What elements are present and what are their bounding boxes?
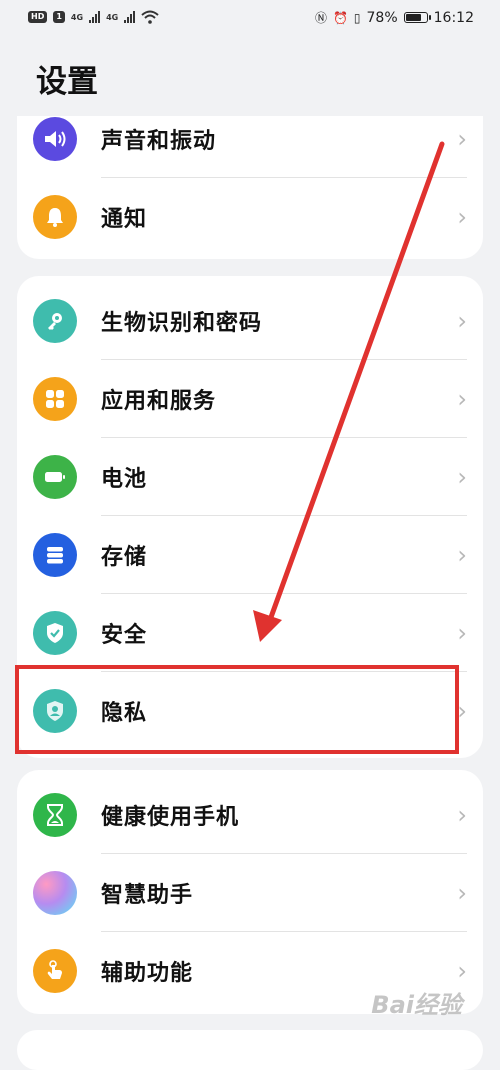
- chevron-right-icon: ›: [457, 957, 467, 985]
- chevron-right-icon: ›: [457, 463, 467, 491]
- chevron-right-icon: ›: [457, 307, 467, 335]
- network-4g-label: 4G: [70, 12, 84, 22]
- settings-group-3: 健康使用手机 › 智慧助手 › 辅助功能 ›: [17, 770, 483, 1014]
- hd-badge: HD: [28, 11, 48, 23]
- settings-item-label: 安全: [101, 623, 148, 648]
- status-bar: HD 1 4G 4G Ⓝ ⏰ ▯ 78% 16:12: [0, 0, 500, 38]
- chevron-right-icon: ›: [457, 879, 467, 907]
- settings-item-battery[interactable]: 电池 ›: [17, 438, 483, 516]
- battery-percent: 78%: [366, 9, 398, 26]
- key-icon: [33, 299, 77, 343]
- chevron-right-icon: ›: [457, 801, 467, 829]
- nfc-icon: Ⓝ: [314, 11, 327, 25]
- page-title: 设置: [36, 64, 98, 100]
- apps-grid-icon: [33, 377, 77, 421]
- signal-icon: [89, 11, 101, 23]
- hand-touch-icon: [33, 949, 77, 993]
- status-bar-left: HD 1 4G 4G: [28, 10, 159, 24]
- annotation-highlight-box: [15, 665, 459, 754]
- network-4g-label-2: 4G: [106, 12, 119, 22]
- vibrate-icon: ▯: [353, 10, 361, 25]
- volume-icon: [33, 117, 77, 161]
- sim-badge: 1: [53, 11, 65, 23]
- hourglass-icon: [33, 793, 77, 837]
- shield-check-icon: [33, 611, 77, 655]
- settings-item-label: 通知: [101, 207, 148, 232]
- assistant-orb-icon: [33, 871, 77, 915]
- alarm-icon: ⏰: [332, 10, 348, 25]
- settings-item-notifications[interactable]: 通知 ›: [17, 178, 483, 256]
- signal-icon-2: [124, 11, 136, 23]
- clock-time: 16:12: [433, 9, 474, 26]
- settings-item-apps[interactable]: 应用和服务 ›: [17, 360, 483, 438]
- chevron-right-icon: ›: [457, 619, 467, 647]
- settings-item-label: 电池: [101, 467, 148, 492]
- settings-item-storage[interactable]: 存储 ›: [17, 516, 483, 594]
- chevron-right-icon: ›: [457, 203, 467, 231]
- settings-item-label: 健康使用手机: [101, 805, 240, 830]
- chevron-right-icon: ›: [457, 125, 467, 153]
- status-bar-right: Ⓝ ⏰ ▯ 78% 16:12: [315, 9, 474, 26]
- settings-item-biometrics[interactable]: 生物识别和密码 ›: [17, 282, 483, 360]
- settings-item-assistant[interactable]: 智慧助手 ›: [17, 854, 483, 932]
- settings-item-label: 智慧助手: [101, 883, 194, 908]
- watermark: Bai经验: [371, 991, 462, 1019]
- chevron-right-icon: ›: [457, 385, 467, 413]
- settings-item-label: 生物识别和密码: [101, 311, 263, 336]
- wifi-icon: [141, 10, 159, 24]
- settings-item-digital-balance[interactable]: 健康使用手机 ›: [17, 776, 483, 854]
- settings-group-4: [17, 1030, 483, 1070]
- settings-item-security[interactable]: 安全 ›: [17, 594, 483, 672]
- storage-icon: [33, 533, 77, 577]
- settings-group-1: 声音和振动 › 通知 ›: [17, 116, 483, 259]
- battery-icon: [33, 455, 77, 499]
- settings-item-label: 应用和服务: [101, 389, 217, 414]
- battery-icon: [403, 12, 431, 23]
- bell-icon: [33, 195, 77, 239]
- settings-item-label: 辅助功能: [101, 961, 194, 986]
- settings-item-sound[interactable]: 声音和振动 ›: [17, 116, 483, 178]
- settings-item-label: 存储: [101, 545, 148, 570]
- settings-item-label: 声音和振动: [101, 129, 217, 154]
- chevron-right-icon: ›: [457, 541, 467, 569]
